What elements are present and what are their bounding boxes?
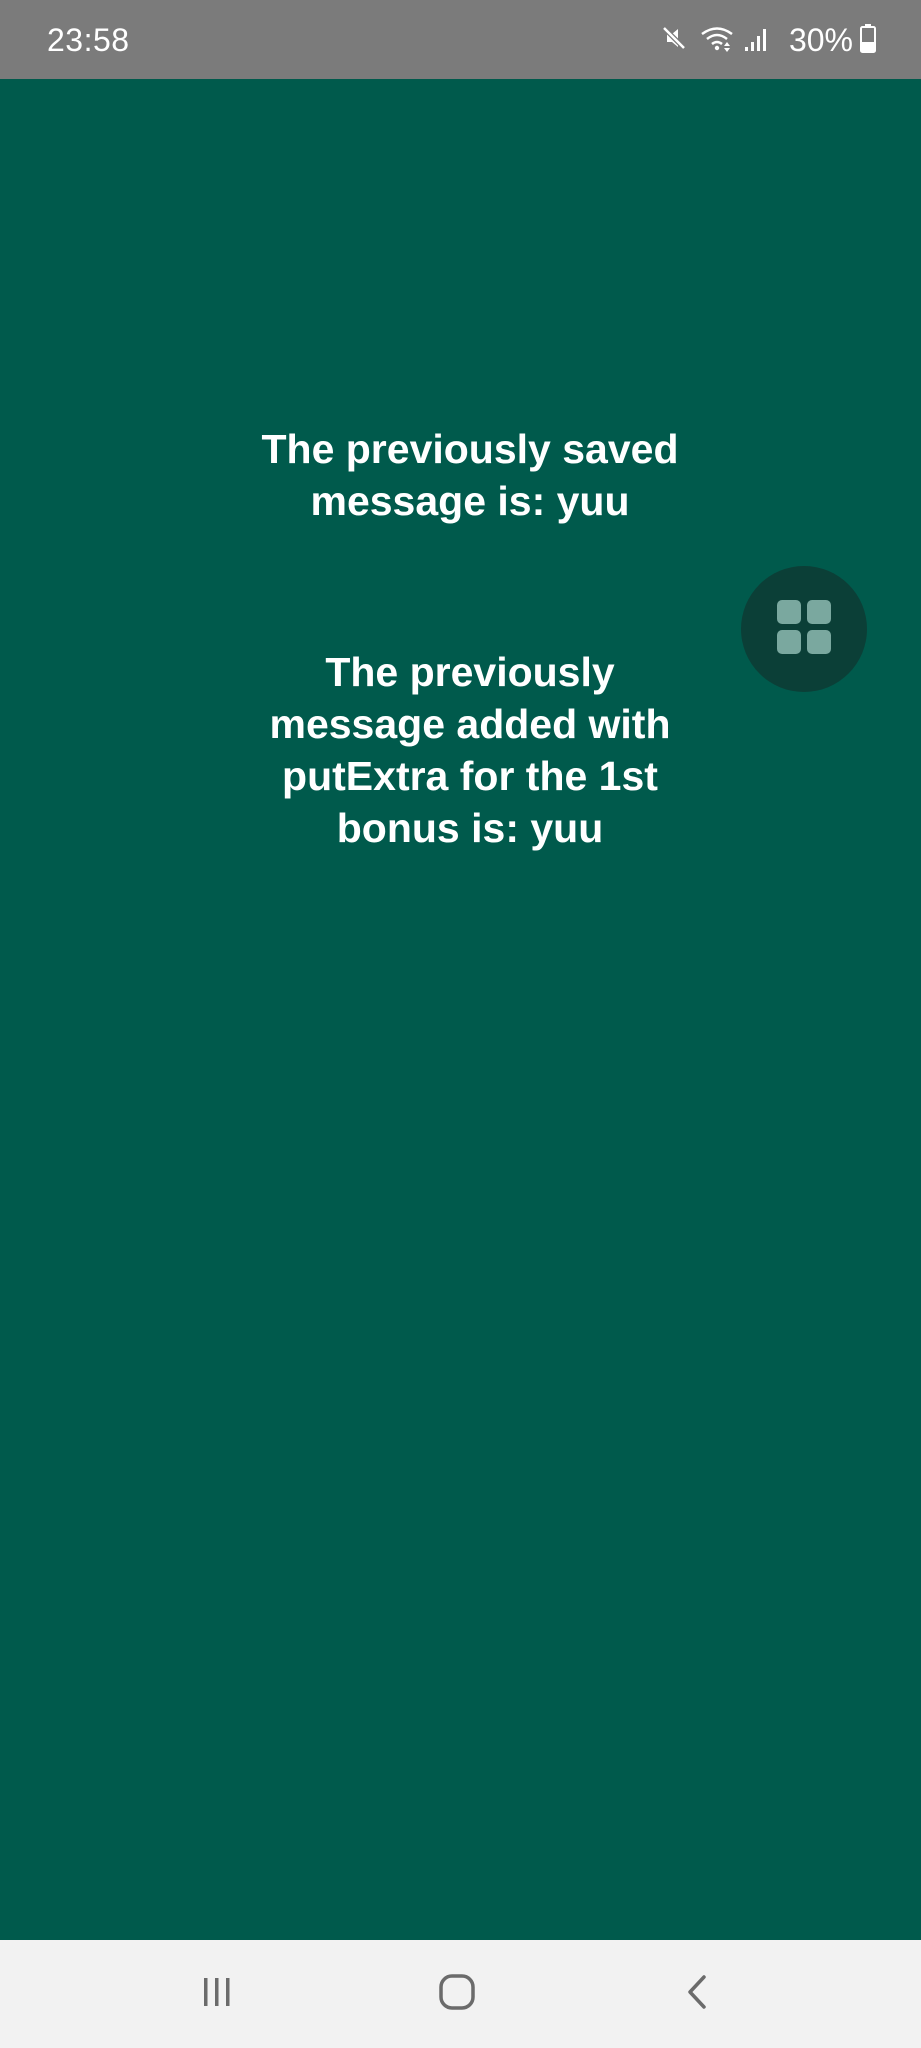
battery-icon (859, 23, 877, 58)
status-icons: 30% (659, 18, 877, 62)
recent-apps-icon (197, 1972, 237, 2017)
signal-icon (743, 23, 769, 58)
mute-icon (659, 23, 689, 58)
extra-message-text: The previously message added with putExt… (269, 649, 671, 851)
main-content: The previously saved message is: yuu The… (0, 79, 921, 1940)
battery-percent: 30% (788, 22, 853, 58)
home-icon (437, 1972, 477, 2017)
back-button[interactable] (663, 1964, 733, 2024)
floating-grid-button[interactable] (741, 566, 867, 692)
recent-apps-button[interactable] (182, 1964, 252, 2024)
wifi-icon (699, 23, 735, 58)
grid-icon (775, 598, 833, 661)
status-bar: 23:58 30% (0, 0, 921, 79)
saved-message-text: The previously saved message is: yuu (261, 426, 679, 524)
back-icon (678, 1972, 718, 2017)
home-button[interactable] (422, 1964, 492, 2024)
navigation-bar (0, 1940, 921, 2048)
status-time: 23:58 (47, 22, 130, 58)
